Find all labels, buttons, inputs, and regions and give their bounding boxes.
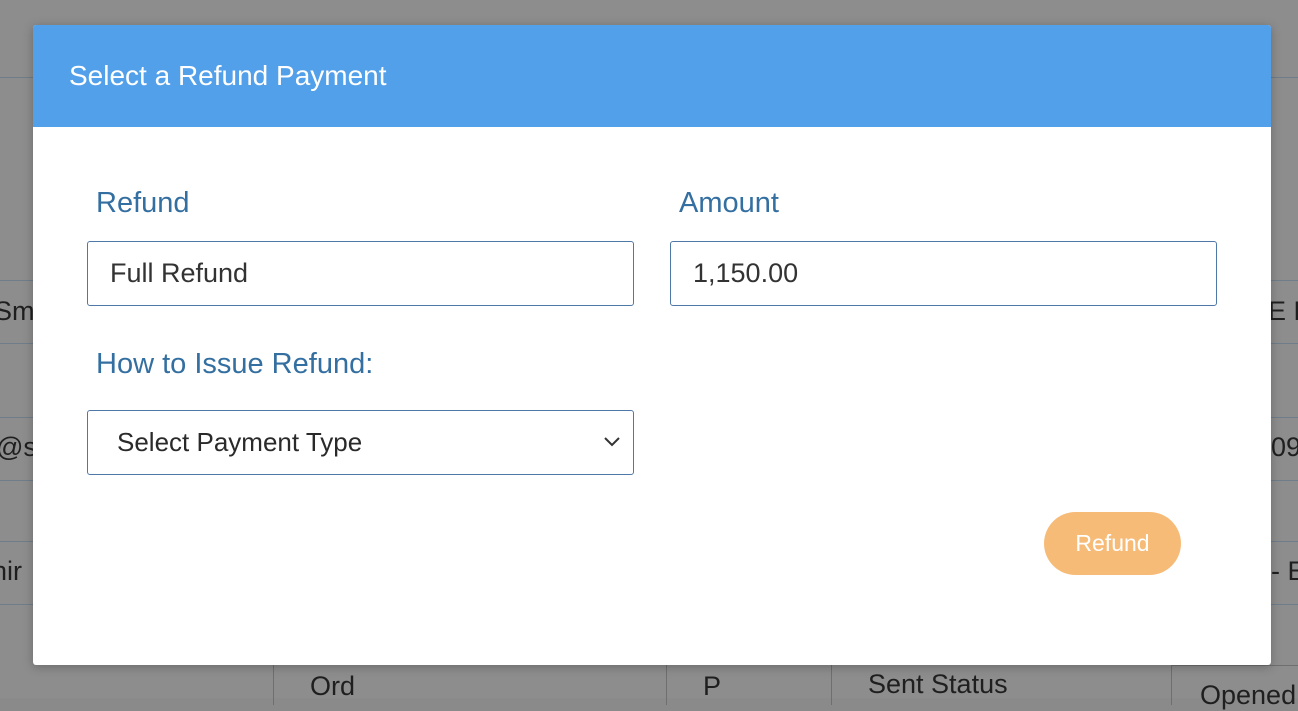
refund-button[interactable]: Refund [1044, 512, 1181, 575]
bg-table-header-label: Ord [310, 671, 356, 701]
bg-text-fragment: 09 [1271, 432, 1298, 462]
bg-text-fragment: - E [1271, 556, 1298, 586]
bg-table-header-label: Sent Status [868, 669, 1008, 699]
modal-header: Select a Refund Payment [33, 25, 1271, 127]
chevron-down-icon [604, 437, 620, 447]
bg-table-header: Opened [1171, 665, 1298, 710]
payment-type-selected: Select Payment Type [117, 427, 363, 457]
bg-table-header: Ord [273, 665, 666, 705]
refund-label: Refund [96, 187, 190, 219]
bg-text-fragment: E E [1268, 296, 1298, 326]
bg-table-header-label: Opened [1200, 680, 1297, 710]
amount-label: Amount [679, 187, 779, 219]
refund-type-field[interactable] [87, 241, 634, 306]
refund-modal: Select a Refund Payment Refund Amount Ho… [33, 25, 1271, 665]
bg-table-header: P [666, 665, 831, 705]
amount-field[interactable] [670, 241, 1217, 306]
payment-type-select[interactable]: Select Payment Type [87, 410, 634, 475]
bg-text-fragment: hir [0, 556, 23, 586]
issue-refund-label: How to Issue Refund: [96, 348, 374, 380]
modal-title: Select a Refund Payment [69, 60, 387, 91]
bg-text-fragment: Sm [0, 296, 35, 326]
bg-table-header-label: P [703, 671, 722, 701]
bg-table-header: Sent Status [831, 665, 1171, 705]
